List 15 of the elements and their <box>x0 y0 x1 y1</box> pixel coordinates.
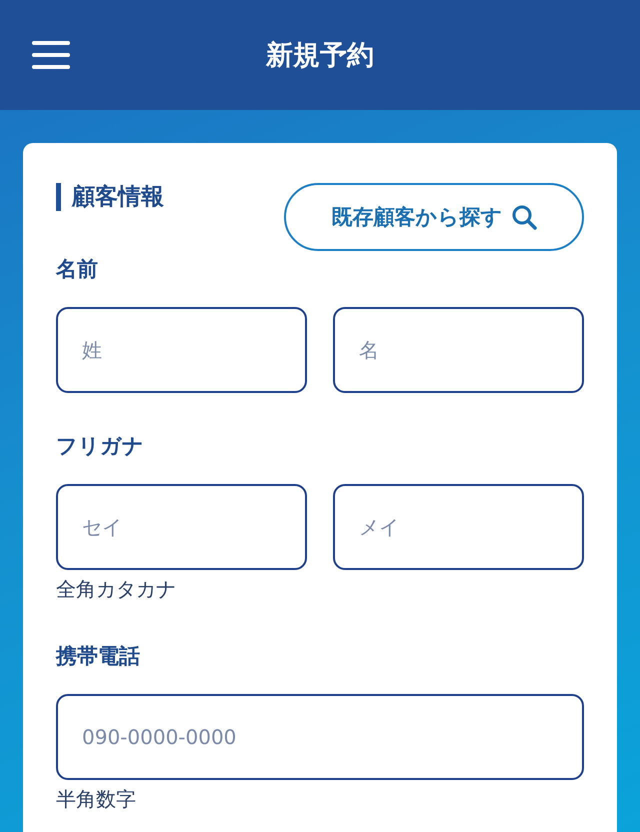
section-title: 顧客情報 <box>56 183 164 211</box>
field-label: 携帯電話 <box>56 643 141 670</box>
input-field[interactable]: 名 <box>333 307 584 393</box>
input-field[interactable]: 姓 <box>56 307 307 393</box>
input-field[interactable]: セイ <box>56 484 307 570</box>
customer-search-button[interactable]: 既存顧客から探す <box>284 183 584 251</box>
input-field[interactable]: メイ <box>333 484 584 570</box>
search-icon <box>510 204 536 230</box>
field-hint: 全角カタカナ <box>56 576 177 603</box>
page-title: 新規予約 <box>266 39 374 73</box>
field-hint: 半角数字 <box>56 786 137 813</box>
menu-icon[interactable] <box>30 39 72 71</box>
input-field[interactable]: 090-0000-0000 <box>56 694 584 780</box>
field-label: 名前 <box>56 256 99 283</box>
field-label: フリガナ <box>56 433 145 460</box>
